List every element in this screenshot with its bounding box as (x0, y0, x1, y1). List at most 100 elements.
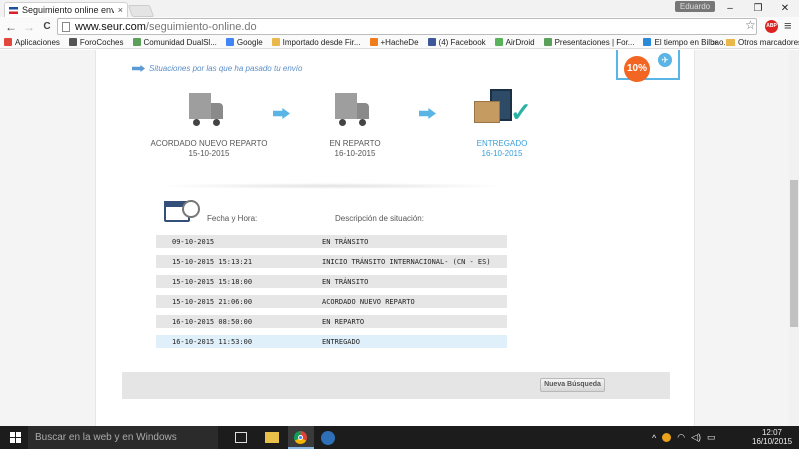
network-icon[interactable]: ◠ (677, 432, 685, 443)
step-label: EN REPARTO (329, 139, 381, 148)
windows-start-icon[interactable] (10, 432, 21, 443)
chrome-taskbar-button[interactable] (288, 426, 314, 449)
table-row: 09-10-2015 EN TRÁNSITO (156, 235, 507, 248)
bookmark-label: (4) Facebook (438, 37, 486, 47)
bookmark-label: Comunidad DualSl... (143, 37, 217, 47)
app-taskbar-icon[interactable] (321, 431, 335, 445)
discount-badge: 10% (624, 56, 650, 82)
truck-icon (179, 89, 239, 135)
browser-toolbar: ← → C www.seur.com/seguimiento-online.do… (0, 17, 799, 36)
back-icon[interactable]: ← (4, 20, 18, 34)
step-date: 16-10-2015 (334, 149, 376, 158)
chrome-menu-icon[interactable]: ≡ (784, 18, 792, 33)
other-bookmarks-label: Otros marcadores (738, 38, 799, 47)
bookmark-label: El tiempo en Bilbao... (654, 37, 731, 47)
row-description: EN REPARTO (322, 317, 365, 326)
bookmark-item[interactable]: Aplicaciones (4, 38, 60, 47)
step-en-reparto: EN REPARTO 16-10-2015 (290, 89, 420, 158)
tray-chevron-icon[interactable]: ^ (652, 433, 656, 443)
tab-close-icon[interactable]: × (118, 5, 123, 15)
clock-date: 16/10/2015 (752, 437, 793, 446)
browser-tab[interactable]: Seguimiento online envío × (4, 2, 128, 17)
reload-icon[interactable]: C (40, 21, 54, 32)
row-description: INICIO TRÁNSITO INTERNACIONAL- (CN - ES) (322, 257, 491, 266)
row-description: EN TRÁNSITO (322, 237, 369, 246)
adblock-plus-icon[interactable]: ABP (765, 20, 778, 33)
scrollbar-thumb[interactable] (790, 180, 798, 327)
row-date: 16-10-2015 08:50:00 (172, 317, 253, 326)
column-header-date: Fecha y Hora: (207, 214, 258, 223)
bookmark-item[interactable]: Comunidad DualSl... (132, 37, 217, 47)
bookmark-star-icon[interactable]: ☆ (745, 18, 756, 32)
step-date: 15-10-2015 (188, 149, 230, 158)
table-row: 16-10-2015 08:50:00 EN REPARTO (156, 315, 507, 328)
promo-banner[interactable]: 10% ✈ (616, 50, 680, 82)
windows-taskbar: Buscar en la web y en Windows ^ ◠ ◁) ▭ 1… (0, 426, 799, 449)
row-date: 15-10-2015 15:13:21 (172, 257, 253, 266)
forward-icon[interactable]: → (22, 20, 36, 34)
bookmark-favicon-icon (494, 38, 503, 46)
tab-title: Seguimiento online envío (22, 5, 114, 15)
tracking-panel: Situaciones por las que ha pasado tu env… (95, 50, 695, 426)
arrow-icon (132, 65, 145, 72)
tracking-history-table: 09-10-2015 EN TRÁNSITO 15-10-2015 15:13:21… (156, 235, 507, 355)
bookmark-item[interactable]: (4) Facebook (427, 37, 486, 47)
new-search-button[interactable]: Nueva Búsqueda (540, 378, 605, 392)
tray-app-icon[interactable] (662, 433, 672, 442)
bookmark-label: +HacheDe (380, 37, 419, 47)
seur-favicon-icon (9, 6, 18, 14)
column-header-description: Descripción de situación: (335, 214, 424, 223)
bookmark-item[interactable]: +HacheDe (369, 37, 419, 47)
row-date: 16-10-2015 11:53:00 (172, 337, 253, 346)
bookmark-item[interactable]: Importado desde Fir... (271, 38, 361, 47)
bookmark-favicon-icon (4, 38, 12, 46)
situations-heading-text: Situaciones por las que ha pasado tu env… (149, 64, 303, 73)
checkmark-icon: ✓ (510, 97, 532, 127)
bookmark-favicon-icon (225, 38, 234, 46)
flow-arrow-icon (419, 108, 436, 119)
clock-time: 12:07 (761, 428, 783, 437)
bookmark-label: Presentaciones | For... (554, 37, 635, 47)
step-acordado: ACORDADO NUEVO REPARTO 15-10-2015 (144, 89, 274, 158)
maximize-button[interactable]: ❐ (744, 0, 772, 17)
url-path: /seguimiento-online.do (145, 20, 257, 33)
taskbar-clock[interactable]: 12:07 16/10/2015 (752, 428, 792, 446)
situations-heading: Situaciones por las que ha pasado tu env… (132, 64, 302, 73)
bookmarks-more-icon[interactable]: » (712, 36, 717, 49)
bookmarks-bar: Aplicaciones ForoCoches Comunidad DualSl..… (0, 36, 799, 49)
page-icon (62, 21, 70, 32)
bookmark-favicon-icon (643, 38, 652, 46)
file-explorer-icon[interactable] (265, 432, 279, 443)
bookmark-item[interactable]: Presentaciones | For... (543, 37, 635, 47)
folder-icon (726, 39, 735, 46)
plane-icon: ✈ (658, 53, 672, 67)
vertical-scrollbar[interactable] (789, 50, 799, 426)
bookmark-item[interactable]: ForoCoches (68, 38, 124, 47)
bookmark-item[interactable]: Google (225, 38, 263, 47)
row-date: 15-10-2015 15:18:00 (172, 277, 253, 286)
notifications-icon[interactable]: ▭ (707, 432, 716, 443)
step-label: ENTREGADO (476, 139, 528, 148)
bookmark-label: AirDroid (505, 37, 535, 47)
truck-icon (325, 89, 385, 135)
row-date: 15-10-2015 21:06:00 (172, 297, 253, 306)
row-description: ACORDADO NUEVO REPARTO (322, 297, 415, 306)
bookmark-item[interactable]: AirDroid (494, 37, 535, 47)
address-bar[interactable]: www.seur.com/seguimiento-online.do (57, 18, 757, 35)
step-entregado: ✓ ENTREGADO 16-10-2015 (437, 89, 567, 158)
section-divider (156, 183, 508, 189)
row-description: ENTREGADO (322, 337, 360, 346)
step-date: 16-10-2015 (481, 149, 523, 158)
new-tab-button[interactable] (127, 5, 155, 17)
taskbar-search-input[interactable]: Buscar en la web y en Windows (28, 426, 218, 449)
table-row: 15-10-2015 15:18:00 EN TRÁNSITO (156, 275, 507, 288)
task-view-icon[interactable] (235, 432, 247, 443)
volume-icon[interactable]: ◁) (691, 432, 701, 443)
close-window-button[interactable]: ✕ (771, 0, 799, 17)
minimize-button[interactable]: – (716, 0, 744, 17)
bookmark-item[interactable]: El tiempo en Bilbao... (643, 38, 730, 47)
flow-arrow-icon (273, 108, 290, 119)
page-viewport: Situaciones por las que ha pasado tu env… (0, 50, 789, 426)
profile-badge[interactable]: Eduardo (675, 1, 715, 12)
other-bookmarks[interactable]: Otros marcadores (726, 36, 799, 49)
